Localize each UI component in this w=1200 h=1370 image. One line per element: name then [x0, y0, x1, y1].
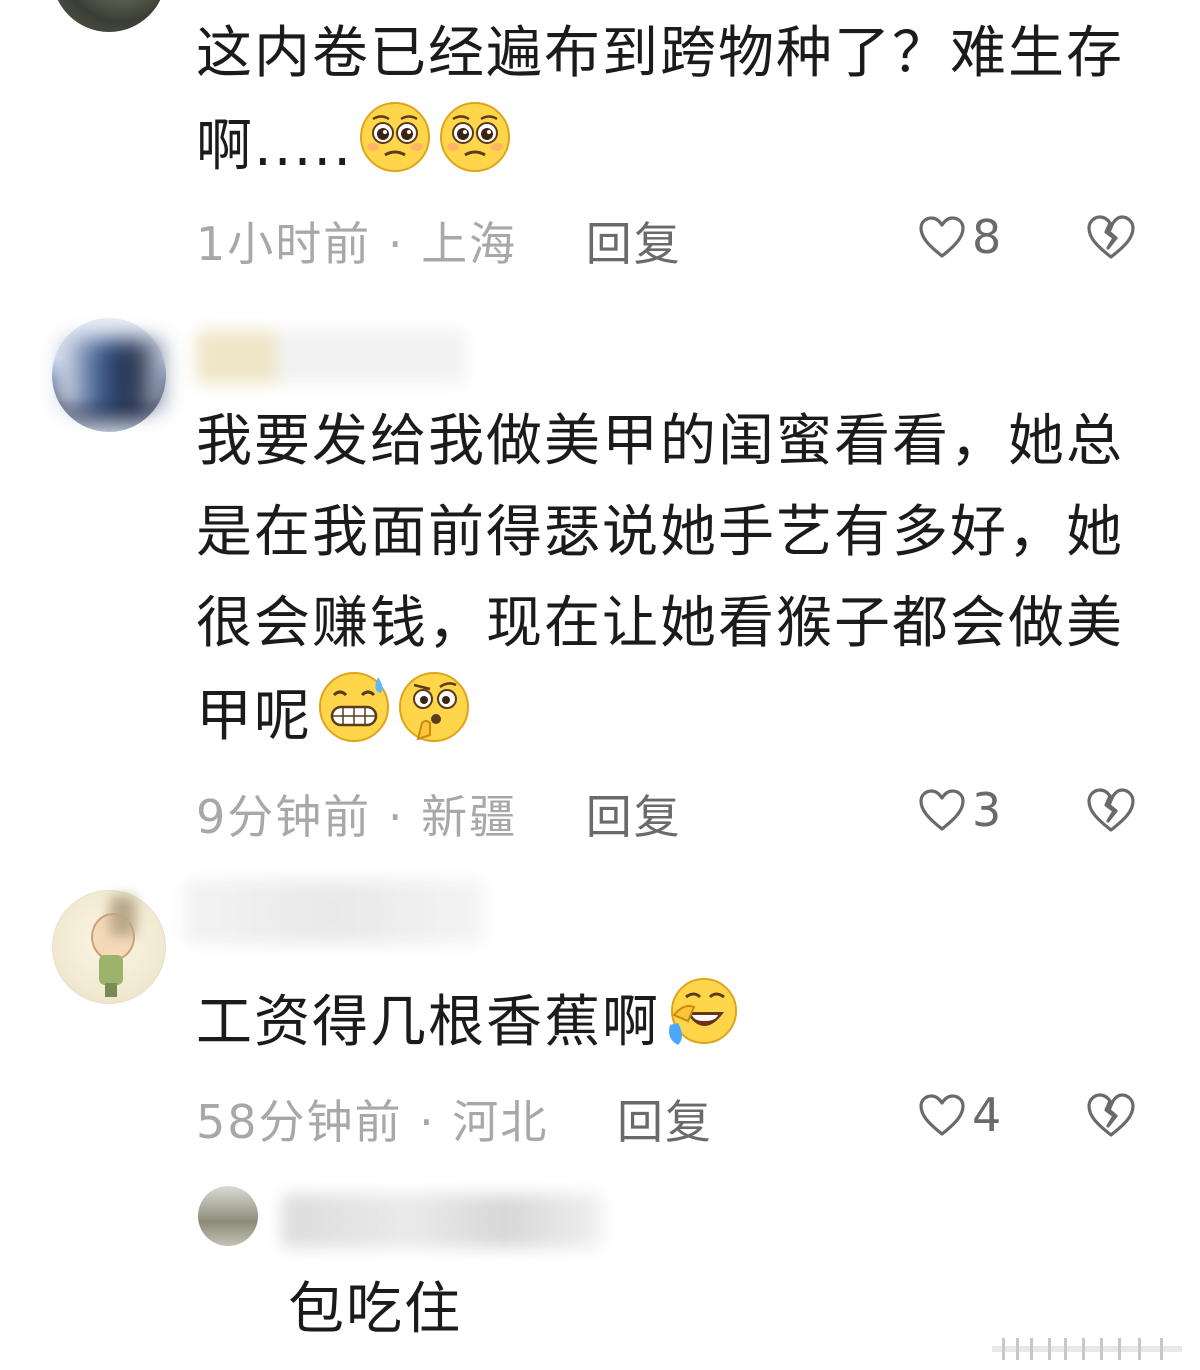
watermark-mark — [992, 1338, 1182, 1360]
timestamp: 58分钟前 — [196, 1095, 403, 1149]
comment-meta: 58分钟前 · 河北 回复 — [196, 1086, 713, 1152]
broken-heart-icon[interactable] — [1086, 1092, 1136, 1138]
comment-text: 工资得几根香蕉啊 — [196, 975, 1166, 1068]
avatar-blur — [110, 896, 136, 936]
username-blurred[interactable] — [184, 880, 484, 944]
avatar-figure-body — [99, 955, 123, 985]
reply-button[interactable]: 回复 — [617, 1095, 713, 1149]
like-count: 8 — [972, 210, 1002, 264]
like-button[interactable]: 3 — [918, 783, 1001, 837]
comment-text: 这内卷已经遍布到跨物种了？难生存啊..... — [196, 21, 1124, 179]
username-blurred[interactable] — [282, 1194, 602, 1248]
username-blurred[interactable] — [196, 330, 466, 384]
reply-avatar[interactable] — [198, 1186, 258, 1246]
comment-meta: 1小时前 · 上海 回复 — [196, 208, 682, 274]
reply-button[interactable]: 回复 — [586, 790, 682, 844]
pleading-face-emoji — [440, 102, 511, 172]
separator: · — [387, 790, 405, 844]
like-count: 4 — [972, 1088, 1002, 1142]
broken-heart-icon[interactable] — [1086, 787, 1136, 833]
like-count: 3 — [972, 783, 1002, 837]
reply-comment-text: 包吃住 — [288, 1277, 462, 1342]
thinking-face-emoji — [399, 672, 469, 742]
location: 新疆 — [421, 790, 518, 844]
grinning-sweat-emoji — [319, 672, 389, 742]
avatar-blur — [56, 340, 166, 410]
avatar[interactable] — [52, 0, 166, 32]
comment-text: 我要发给我做美甲的闺蜜看看，她总是在我面前得瑟说她手艺有多好，她很会赚钱，现在让… — [196, 409, 1124, 749]
heart-outline-icon — [919, 789, 965, 831]
avatar[interactable] — [52, 890, 166, 1004]
like-button[interactable]: 4 — [918, 1088, 1001, 1142]
heart-outline-icon — [919, 1094, 965, 1136]
timestamp: 1小时前 — [196, 217, 372, 271]
pleading-face-emoji — [360, 102, 431, 172]
avatar-figure-legs — [105, 983, 117, 997]
comment-meta: 9分钟前 · 新疆 回复 — [196, 781, 682, 847]
reply-button[interactable]: 回复 — [586, 217, 682, 271]
separator: · — [419, 1095, 436, 1149]
timestamp: 9分钟前 — [196, 790, 372, 844]
location: 上海 — [421, 217, 518, 271]
broken-heart-icon[interactable] — [1086, 214, 1136, 260]
location: 河北 — [452, 1095, 549, 1149]
rolling-laughing-emoji — [669, 978, 737, 1045]
heart-outline-icon — [919, 216, 965, 258]
separator: · — [387, 217, 405, 271]
like-button[interactable]: 8 — [918, 210, 1001, 264]
